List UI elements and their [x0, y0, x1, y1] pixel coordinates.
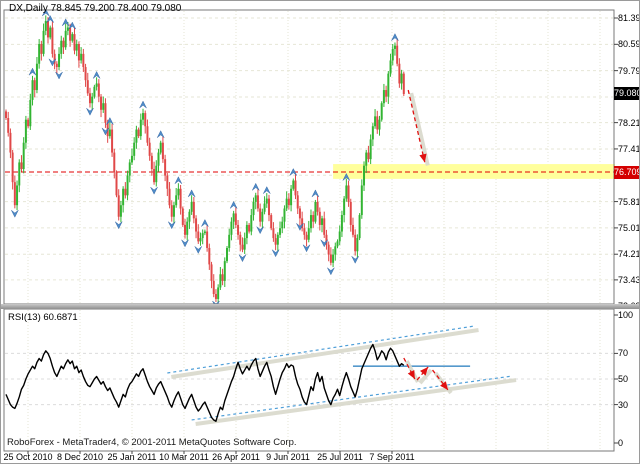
price-axis-label: 74.210	[618, 249, 640, 259]
current-price-box: 79.080	[614, 87, 640, 100]
date-axis-label: 8 Dec 2010	[57, 452, 103, 462]
support-zone	[333, 164, 615, 179]
rsi-axis-label: 70	[618, 348, 628, 358]
copyright-text: RoboForex - MetaTrader4, © 2001-2011 Met…	[7, 437, 297, 448]
date-axis-label: 7 Sep 2011	[369, 452, 414, 462]
rsi-axis-label: 0	[618, 438, 623, 448]
rsi-axis-label: 30	[618, 400, 628, 410]
candlestick-series	[5, 15, 405, 302]
rsi-line	[6, 344, 404, 421]
rsi-axis-label: 50	[618, 374, 628, 384]
date-axis-label: 25 Oct 2010	[3, 452, 52, 462]
date-axis-label: 25 Jan 2011	[108, 452, 157, 462]
target-price-box: 76.709	[614, 166, 640, 179]
date-axis-label: 25 Jul 2011	[317, 452, 363, 462]
price-axis-label: 75.010	[618, 223, 640, 233]
date-axis-label: 10 Mar 2011	[159, 452, 209, 462]
rsi-axis-label: 100	[618, 310, 633, 320]
price-axis-label: 75.810	[618, 197, 640, 207]
price-axis-label: 81.390	[618, 13, 640, 23]
chart-title: DX,Daily 78.845 79.200 78.400 79.080	[9, 3, 181, 14]
date-axis-label: 26 Apr 2011	[212, 452, 260, 462]
price-axis-label: 79.790	[618, 66, 640, 76]
price-axis-label: 77.410	[618, 144, 640, 154]
price-axis-label: 73.430	[618, 275, 640, 285]
chart-canvas[interactable]	[1, 1, 640, 464]
rsi-indicator-label: RSI(13) 60.6871	[8, 312, 78, 323]
mt4-chart-window: DX,Daily 78.845 79.200 78.400 79.080 RSI…	[0, 0, 640, 464]
panel-splitter[interactable]	[1, 304, 640, 309]
price-axis-label: 78.210	[618, 118, 640, 128]
date-axis-label: 9 Jun 2011	[266, 452, 310, 462]
price-axis-label: 80.590	[618, 39, 640, 49]
price-forecast-arrow	[408, 90, 428, 165]
rsi-forecast-arrows	[404, 358, 451, 393]
